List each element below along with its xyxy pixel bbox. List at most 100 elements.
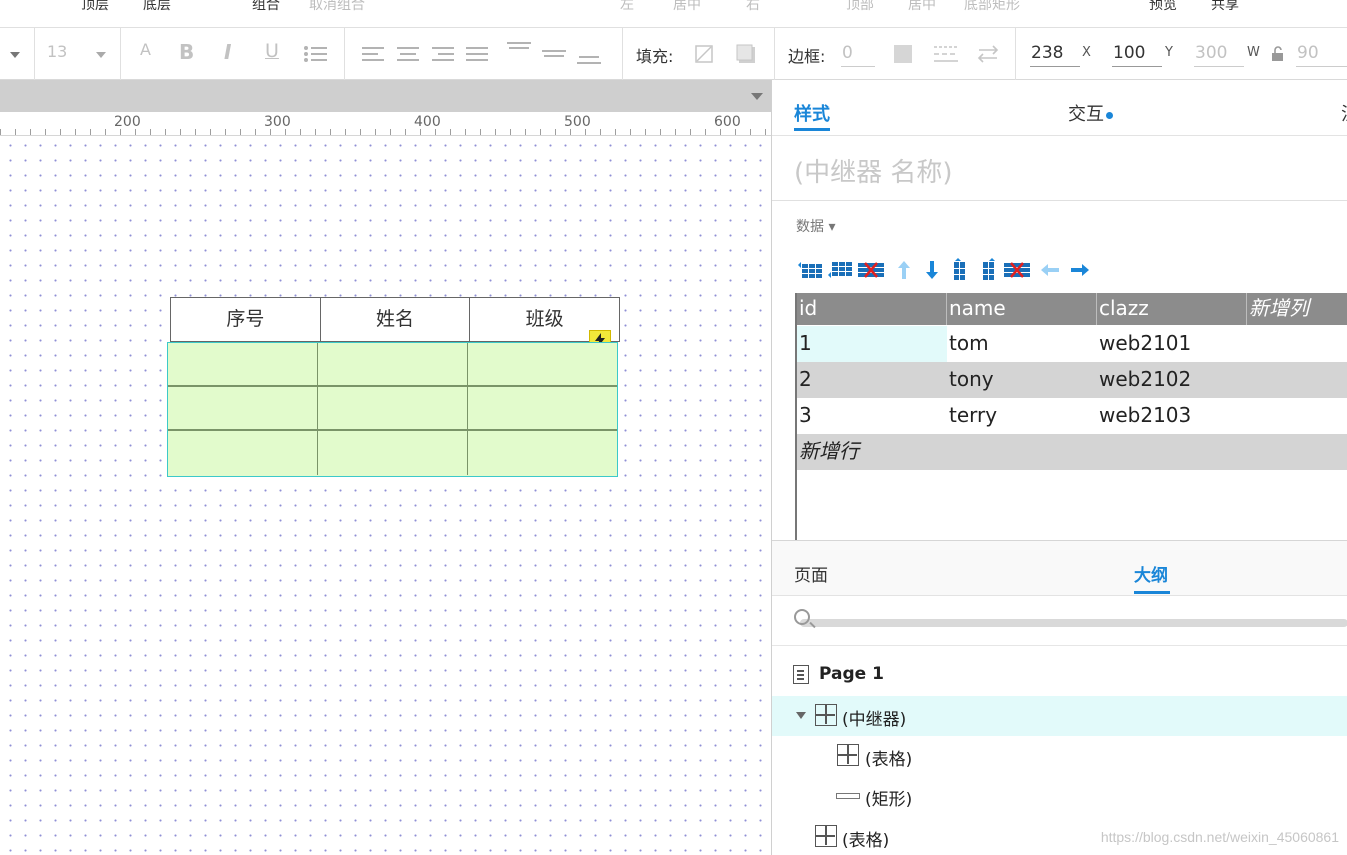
repeater-cell[interactable] (168, 343, 318, 387)
lock-aspect-icon[interactable] (1271, 46, 1285, 62)
design-canvas[interactable]: 序号 姓名 班级 (0, 136, 771, 855)
collapse-arrow-icon[interactable] (796, 712, 806, 719)
column-header-clazz[interactable]: clazz (1097, 293, 1247, 325)
tab-dropdown-icon[interactable] (751, 93, 763, 100)
valign-middle-icon[interactable] (542, 41, 566, 65)
header-cell-index[interactable]: 序号 (171, 298, 321, 341)
dataset-cell[interactable]: web2102 (1097, 362, 1247, 398)
dataset-cell[interactable]: 2 (797, 362, 947, 398)
align-left-button[interactable]: 左 (620, 0, 634, 14)
bullet-list-icon[interactable] (304, 45, 328, 63)
repeater-row[interactable] (168, 431, 617, 475)
column-header-id[interactable]: id (797, 293, 947, 325)
repeater-dataset-grid[interactable]: id name clazz 新增列 1 tom web2101 2 tony w… (795, 293, 1347, 540)
repeater-cell[interactable] (468, 431, 617, 475)
dataset-cell[interactable]: terry (947, 398, 1097, 434)
ungroup-button[interactable]: 取消组合 (309, 0, 365, 14)
align-text-left-icon[interactable] (362, 46, 384, 62)
tab-interaction[interactable]: 交互 (1068, 100, 1113, 126)
dataset-cell[interactable]: web2101 (1097, 326, 1247, 362)
underline-icon[interactable]: U (265, 40, 279, 62)
send-to-back-button[interactable]: 底层 (143, 0, 171, 14)
font-family-dropdown-icon[interactable] (10, 52, 20, 58)
italic-icon[interactable]: I (224, 40, 231, 64)
shadow-icon[interactable] (736, 44, 756, 64)
x-position-field[interactable]: 238 (1030, 41, 1080, 67)
font-size-field[interactable]: 13 (47, 42, 67, 61)
font-size-dropdown-icon[interactable] (96, 52, 106, 58)
column-header-name[interactable]: name (947, 293, 1097, 325)
dataset-row[interactable]: 2 tony web2102 (797, 362, 1347, 398)
border-style-icon[interactable] (934, 44, 958, 64)
tab-style[interactable]: 样式 (794, 100, 830, 126)
repeater-cell[interactable] (468, 387, 617, 431)
header-table-widget[interactable]: 序号 姓名 班级 (170, 297, 620, 342)
repeater-row[interactable] (168, 387, 617, 431)
move-left-icon[interactable] (1038, 258, 1062, 282)
dataset-row[interactable]: 1 tom web2101 (797, 326, 1347, 362)
arrow-style-icon[interactable] (977, 44, 999, 64)
repeater-cell[interactable] (168, 387, 318, 431)
tab-pages[interactable]: 页面 (794, 561, 828, 586)
move-right-icon[interactable] (1068, 258, 1092, 282)
add-row-row[interactable]: 新增行 (797, 434, 1347, 470)
align-middle-button[interactable]: 居中 (908, 0, 936, 14)
delete-column-icon[interactable] (1004, 258, 1030, 282)
dataset-cell[interactable]: tony (947, 362, 1097, 398)
repeater-cell[interactable] (318, 343, 468, 387)
outline-search-input[interactable] (800, 619, 1347, 627)
border-width-field[interactable]: 0 (841, 41, 875, 67)
preview-button[interactable]: 预览 (1149, 0, 1177, 14)
repeater-widget[interactable] (167, 342, 618, 477)
repeater-row[interactable] (168, 343, 617, 387)
width-field[interactable]: 300 (1194, 41, 1244, 67)
widget-name-input[interactable]: (中继器 名称) (794, 152, 953, 189)
dataset-row[interactable]: 3 terry web2103 (797, 398, 1347, 434)
dataset-cell[interactable]: web2103 (1097, 398, 1247, 434)
delete-row-icon[interactable] (858, 258, 884, 282)
align-bottom-button[interactable]: 底部矩形 (964, 0, 1020, 14)
align-text-right-icon[interactable] (432, 46, 454, 62)
bold-icon[interactable]: B (179, 40, 194, 64)
move-down-icon[interactable] (920, 258, 944, 282)
height-field[interactable]: 90 (1296, 41, 1347, 67)
repeater-cell[interactable] (468, 343, 617, 387)
top-menu-bar: : 顶层 底层 组合 取消组合 左 居中 右 顶部 居中 底部矩形 预览 共享 (0, 0, 1347, 28)
header-cell-name[interactable]: 姓名 (321, 298, 471, 341)
insert-column-right-icon[interactable] (978, 258, 1002, 282)
share-button[interactable]: 共享 (1211, 0, 1239, 14)
dataset-cell[interactable]: 3 (797, 398, 947, 434)
align-top-button[interactable]: 顶部 (846, 0, 874, 14)
tab-outline[interactable]: 大纲 (1134, 561, 1168, 586)
insert-row-above-icon[interactable] (798, 258, 822, 282)
tab-notes[interactable]: 注 (1341, 100, 1347, 126)
font-color-icon[interactable]: A (140, 40, 151, 59)
search-icon[interactable] (794, 609, 810, 625)
justify-text-icon[interactable] (466, 46, 488, 62)
align-center-button[interactable]: 居中 (673, 0, 701, 14)
move-up-icon[interactable] (892, 258, 916, 282)
dataset-cell[interactable]: tom (947, 326, 1097, 362)
outline-item-repeater[interactable]: (中继器) (772, 696, 1347, 736)
align-right-button[interactable]: 右 (746, 0, 760, 14)
valign-top-icon[interactable] (507, 41, 531, 65)
align-text-center-icon[interactable] (397, 46, 419, 62)
outline-item-table-child[interactable]: (表格) (772, 736, 1347, 776)
data-section-toggle[interactable]: 数据 ▾ (796, 216, 835, 236)
repeater-cell[interactable] (168, 431, 318, 475)
insert-column-left-icon[interactable] (948, 258, 972, 282)
add-row-button[interactable]: 新增行 (797, 434, 997, 470)
bring-to-front-button[interactable]: 顶层 (81, 0, 109, 14)
y-position-field[interactable]: 100 (1112, 41, 1162, 67)
outline-item-rect[interactable]: (矩形) (772, 776, 1347, 816)
repeater-cell[interactable] (318, 387, 468, 431)
fill-none-icon[interactable] (695, 45, 713, 63)
valign-bottom-icon[interactable] (577, 41, 601, 65)
outline-item-page[interactable]: Page 1 (772, 655, 1347, 695)
insert-row-below-icon[interactable] (828, 258, 852, 282)
add-column-button[interactable]: 新增列 (1247, 293, 1347, 325)
group-button[interactable]: 组合 (252, 0, 280, 14)
repeater-cell[interactable] (318, 431, 468, 475)
dataset-cell[interactable]: 1 (797, 326, 947, 362)
border-color-icon[interactable] (894, 45, 912, 63)
